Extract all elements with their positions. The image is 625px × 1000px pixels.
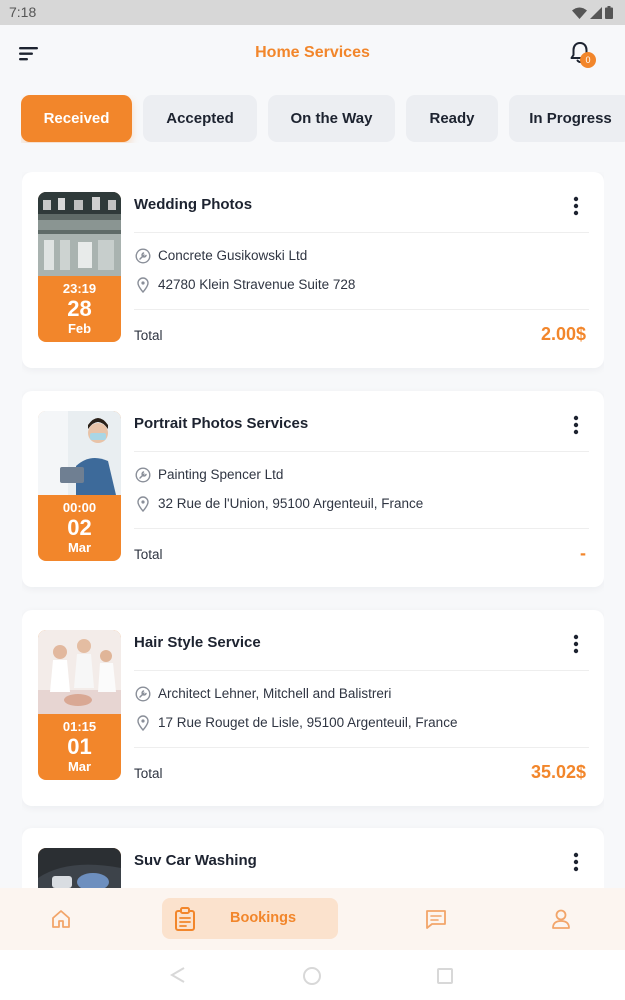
booking-card[interactable]: Suv Car Washing bbox=[22, 828, 604, 888]
booking-address: 17 Rue Rouget de Lisle, 95100 Argenteuil… bbox=[158, 715, 458, 730]
wrench-icon bbox=[135, 467, 151, 483]
booking-month: Feb bbox=[67, 321, 92, 336]
back-icon[interactable] bbox=[168, 966, 188, 984]
signal-icon bbox=[590, 6, 602, 19]
wrench-icon bbox=[135, 686, 151, 702]
wifi-icon bbox=[572, 7, 587, 19]
divider bbox=[134, 309, 589, 310]
booking-thumbnail bbox=[38, 848, 121, 888]
total-value: - bbox=[580, 543, 586, 563]
app-header: Home Services 0 bbox=[0, 25, 625, 85]
booking-date: 00:00 02 Mar bbox=[38, 495, 121, 561]
booking-address: 32 Rue de l'Union, 95100 Argenteuil, Fra… bbox=[158, 496, 424, 511]
chat-icon[interactable] bbox=[425, 908, 447, 930]
status-bar: 7:18 bbox=[0, 0, 625, 25]
home-icon[interactable] bbox=[50, 908, 72, 930]
divider bbox=[134, 528, 589, 529]
tab-ready[interactable]: Ready bbox=[406, 95, 498, 142]
booking-title: Portrait Photos Services bbox=[134, 415, 309, 432]
home-circle-icon[interactable] bbox=[302, 966, 322, 986]
booking-month: Mar bbox=[67, 759, 92, 774]
booking-card[interactable]: 00:00 02 Mar Portrait Photos Services Pa… bbox=[22, 391, 604, 587]
more-options-icon[interactable] bbox=[570, 633, 582, 655]
booking-card[interactable]: 01:15 01 Mar Hair Style Service Architec… bbox=[22, 610, 604, 806]
provider-name: Architect Lehner, Mitchell and Balistrer… bbox=[158, 686, 392, 701]
location-pin-icon bbox=[137, 715, 149, 731]
booking-card[interactable]: 23:19 28 Feb Wedding Photos Concrete Gus… bbox=[22, 172, 604, 368]
tab-on-the-way[interactable]: On the Way bbox=[268, 95, 395, 142]
nurse-photo-image bbox=[38, 411, 121, 495]
booking-time: 00:00 bbox=[62, 500, 97, 515]
booking-day: 28 bbox=[67, 296, 92, 321]
hair-salon-photo-image bbox=[38, 630, 121, 714]
system-navigation-bar bbox=[0, 950, 625, 1000]
location-pin-icon bbox=[137, 277, 149, 293]
booking-title: Suv Car Washing bbox=[134, 852, 257, 869]
divider bbox=[134, 451, 589, 452]
battery-icon bbox=[605, 6, 613, 19]
total-value: 35.02$ bbox=[530, 762, 586, 782]
notification-badge: 0 bbox=[580, 52, 596, 68]
booking-day: 01 bbox=[67, 734, 92, 759]
booking-thumbnail: 23:19 28 Feb bbox=[38, 192, 121, 342]
booking-title: Hair Style Service bbox=[134, 634, 261, 651]
booking-month: Mar bbox=[67, 540, 92, 555]
more-options-icon[interactable] bbox=[570, 414, 582, 436]
booking-time: 23:19 bbox=[62, 281, 97, 296]
booking-title: Wedding Photos bbox=[134, 196, 253, 213]
status-time: 7:18 bbox=[9, 4, 37, 20]
booking-date: 01:15 01 Mar bbox=[38, 714, 121, 780]
status-tabs: Received Accepted On the Way Ready In Pr… bbox=[21, 95, 625, 143]
divider bbox=[134, 232, 589, 233]
total-label: Total bbox=[134, 547, 163, 562]
booking-thumbnail: 01:15 01 Mar bbox=[38, 630, 121, 780]
total-value: 2.00$ bbox=[540, 324, 586, 344]
booking-address: 42780 Klein Stravenue Suite 728 bbox=[158, 277, 356, 292]
nav-bookings[interactable]: Bookings bbox=[162, 898, 338, 939]
provider-name: Painting Spencer Ltd bbox=[158, 467, 284, 482]
more-options-icon[interactable] bbox=[570, 195, 582, 217]
total-label: Total bbox=[134, 766, 163, 781]
booking-date: 23:19 28 Feb bbox=[38, 276, 121, 342]
bookings-list: 23:19 28 Feb Wedding Photos Concrete Gus… bbox=[22, 172, 604, 888]
status-icons bbox=[572, 6, 613, 19]
divider bbox=[134, 670, 589, 671]
wrench-icon bbox=[135, 248, 151, 264]
booking-thumbnail: 00:00 02 Mar bbox=[38, 411, 121, 561]
page-title: Home Services bbox=[255, 44, 370, 61]
bottom-navigation: Bookings bbox=[0, 888, 625, 950]
car-wash-photo-image bbox=[38, 848, 121, 888]
booking-time: 01:15 bbox=[62, 719, 97, 734]
provider-name: Concrete Gusikowski Ltd bbox=[158, 248, 308, 263]
profile-icon[interactable] bbox=[550, 908, 572, 930]
divider bbox=[134, 747, 589, 748]
location-pin-icon bbox=[137, 496, 149, 512]
recents-icon[interactable] bbox=[436, 967, 454, 985]
clipboard-icon bbox=[175, 907, 195, 931]
tab-in-progress[interactable]: In Progress bbox=[509, 95, 625, 142]
notifications-button[interactable]: 0 bbox=[569, 41, 596, 71]
nav-bookings-label: Bookings bbox=[230, 910, 297, 926]
tab-accepted[interactable]: Accepted bbox=[143, 95, 257, 142]
total-label: Total bbox=[134, 328, 163, 343]
tab-received[interactable]: Received bbox=[21, 95, 132, 142]
booking-day: 02 bbox=[67, 515, 92, 540]
kitchen-photo-image bbox=[38, 192, 121, 276]
more-options-icon[interactable] bbox=[570, 851, 582, 873]
